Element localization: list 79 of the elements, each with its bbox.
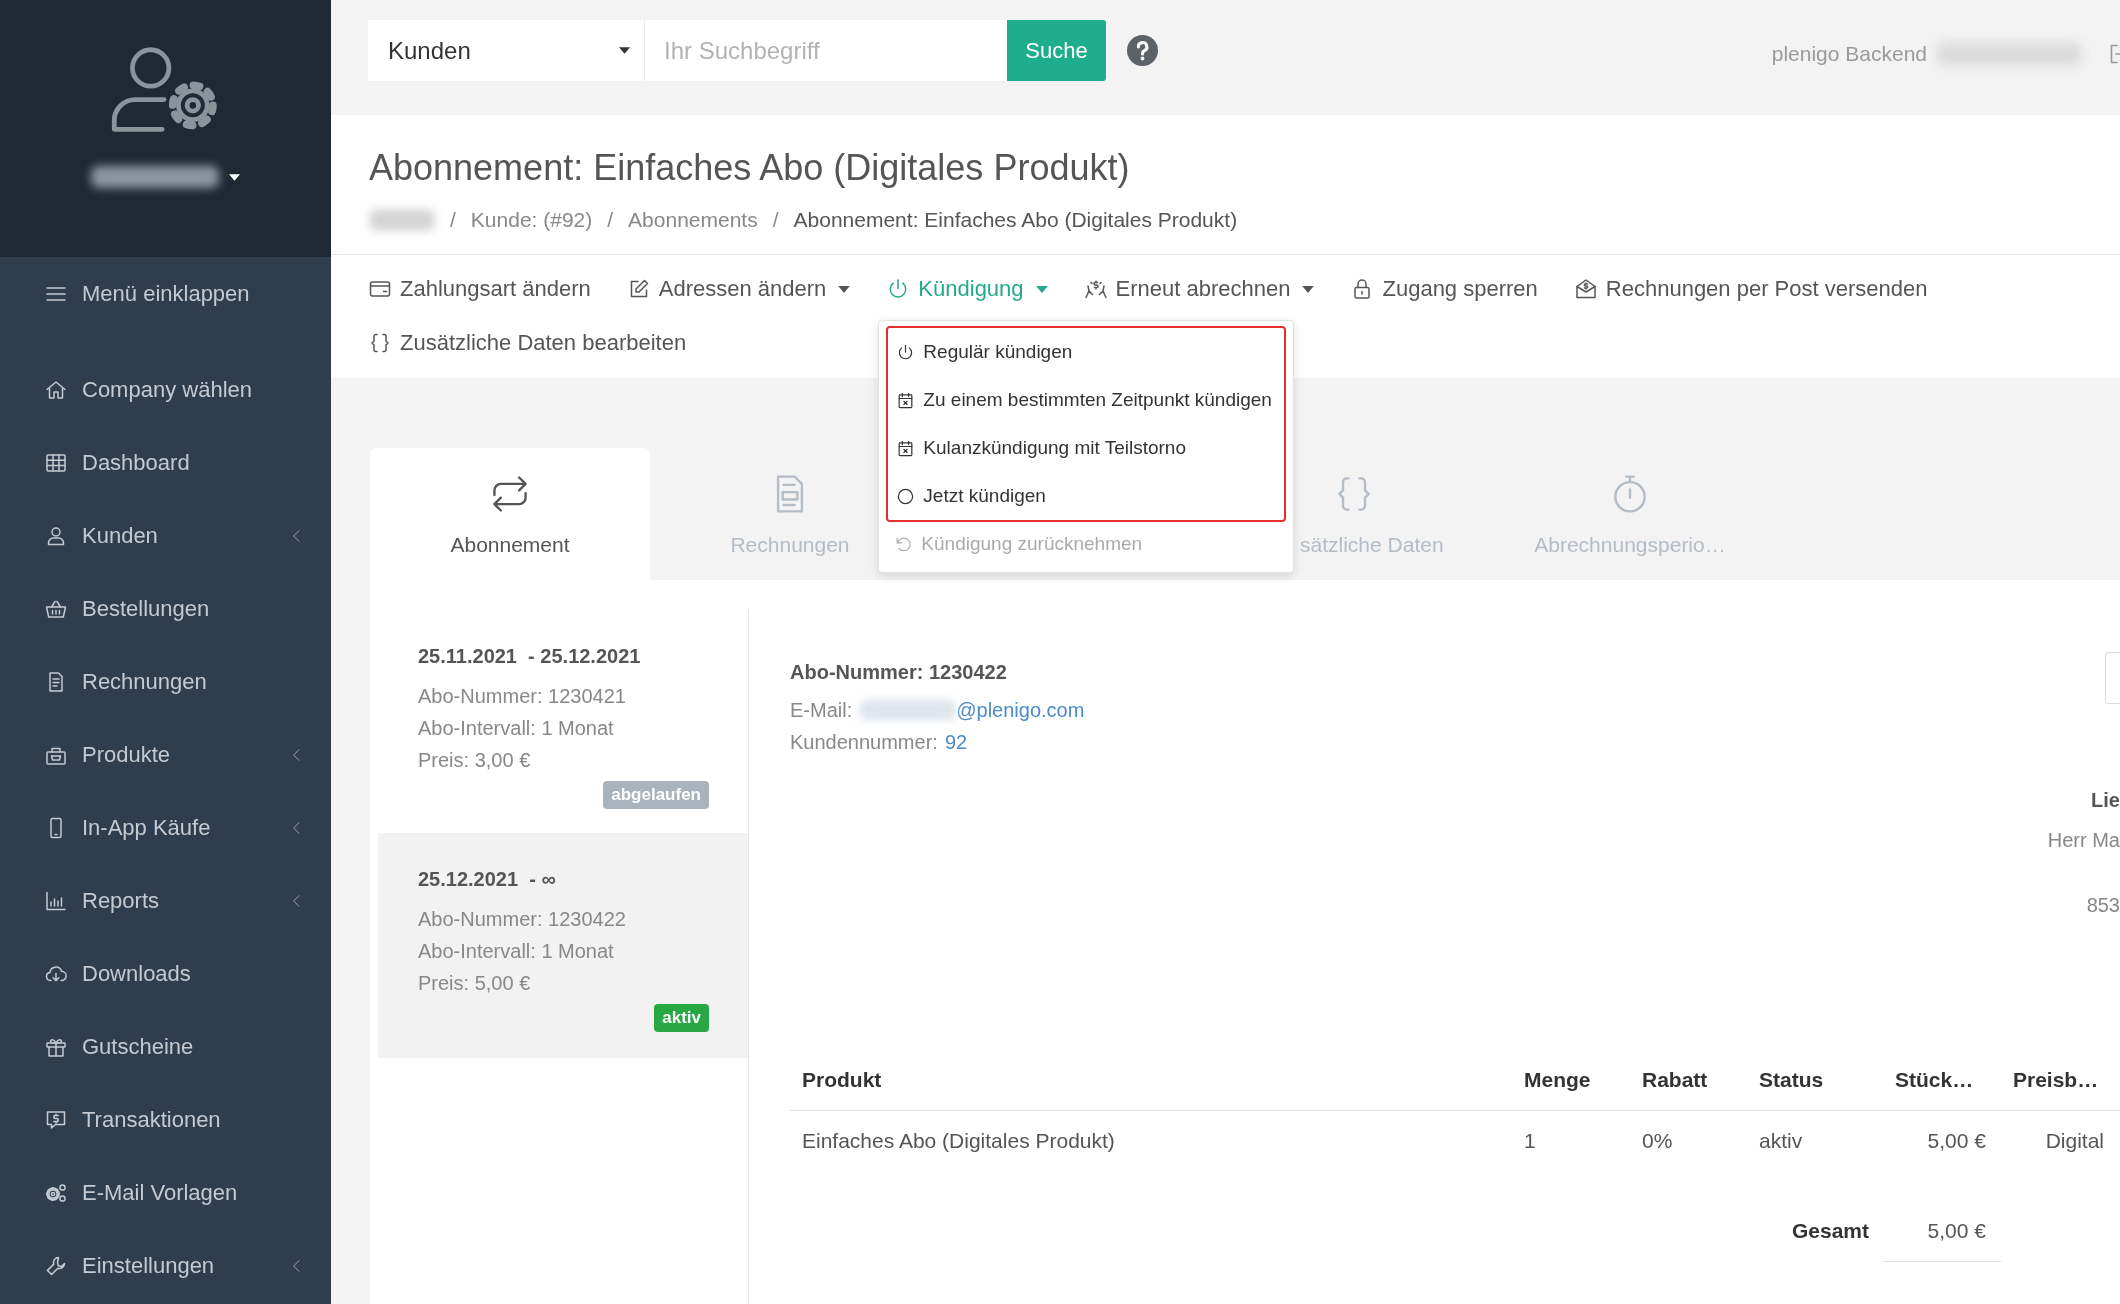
status-badge: aktiv bbox=[654, 1004, 709, 1032]
column-header: Preisb… bbox=[2001, 1050, 2120, 1111]
subscription-detail: Preis: 3,00 € bbox=[418, 748, 532, 773]
subscription-period: 25.11.2021 - 25.12.2021 bbox=[418, 644, 642, 669]
subscription-period: 25.12.2021 - ∞ bbox=[418, 867, 557, 892]
sidebar-item[interactable]: Reports bbox=[0, 864, 331, 937]
search-scope-select[interactable]: Kunden bbox=[368, 20, 644, 81]
column-header: Status bbox=[1747, 1050, 1883, 1111]
subscription-detail: Preis: 5,00 € bbox=[418, 971, 532, 996]
table-cell-text: 0% bbox=[1641, 1128, 1674, 1154]
breadcrumb-item[interactable]: Abonnements bbox=[628, 208, 758, 232]
table-cell-text: Einfaches Abo (Digitales Produkt) bbox=[801, 1128, 1116, 1154]
breadcrumb-separator: / bbox=[450, 208, 456, 232]
toolbar-button[interactable]: Erneut abrechnen bbox=[1079, 262, 1319, 316]
address-heading: Lie bbox=[2091, 788, 2120, 813]
search-field[interactable]: Ihr Suchbegriff bbox=[644, 20, 1007, 81]
circle-icon bbox=[896, 486, 916, 506]
customer-number-label: Kundennummer: bbox=[790, 730, 938, 755]
subscription-item[interactable]: 25.12.2021 - ∞ Abo-Nummer: 1230422 Abo-Intervall: 1 Monat Preis: 5,00 € aktiv bbox=[378, 833, 748, 1058]
email-label: E-Mail: bbox=[790, 698, 853, 723]
page-title: Abonnement: Einfaches Abo (Digitales Produkt) bbox=[369, 146, 1131, 190]
sidebar-item[interactable]: Bestellungen bbox=[0, 572, 331, 645]
subscription-detail: Abo-Nummer: 1230421 bbox=[418, 684, 627, 709]
subscription-number: Abo-Nummer: 1230422 bbox=[790, 660, 1008, 685]
toolbar-button[interactable]: Adressen ändern bbox=[622, 262, 855, 316]
menu-item[interactable]: Jetzt kündigen bbox=[888, 472, 1285, 520]
column-header: Menge bbox=[1512, 1050, 1630, 1111]
sidebar-item[interactable]: Downloads bbox=[0, 937, 331, 1010]
caret-icon bbox=[619, 47, 630, 54]
breadcrumb-item[interactable]: Kunde: (#92) bbox=[470, 208, 593, 232]
table-cell-text: aktiv bbox=[1758, 1128, 1804, 1154]
address-line: 853 bbox=[2086, 893, 2120, 918]
logout-icon[interactable] bbox=[2108, 42, 2120, 66]
column-header: Produkt bbox=[790, 1050, 1512, 1111]
sidebar-item[interactable]: Produkte bbox=[0, 718, 331, 791]
sidebar-item[interactable]: Company wählen bbox=[0, 353, 331, 426]
column-header: Stück… bbox=[1883, 1050, 2001, 1111]
subscription-item[interactable]: 25.11.2021 - 25.12.2021 Abo-Nummer: 1230421 Abo-Intervall: 1 Monat Preis: 3,00 € abgelaufen bbox=[378, 610, 748, 833]
sidebar-item[interactable]: Gutscheine bbox=[0, 1010, 331, 1083]
sidebar-item[interactable]: In-App Käufe bbox=[0, 791, 331, 864]
braces-icon bbox=[368, 331, 392, 355]
collapse-menu-button[interactable]: Menü einklappen bbox=[0, 257, 331, 330]
menu-item[interactable]: Regulär kündigen bbox=[888, 328, 1285, 376]
total-label: Gesamt bbox=[1790, 1218, 1870, 1244]
toolbar-button[interactable]: Zugang sperren bbox=[1346, 262, 1542, 316]
breadcrumb-separator: / bbox=[772, 208, 779, 232]
subscription-detail: Abo-Intervall: 1 Monat bbox=[418, 939, 615, 964]
tab[interactable]: Abonnement bbox=[370, 448, 650, 580]
toolbar-button[interactable]: Zahlungsart ändern bbox=[364, 262, 595, 316]
table-cell-text: 5,00 € bbox=[1926, 1128, 1987, 1154]
breadcrumb-separator: / bbox=[607, 208, 614, 232]
customer-number-link[interactable]: 92 bbox=[944, 726, 968, 758]
address-line: Herr Ma bbox=[2047, 828, 2120, 853]
cut-off-box bbox=[2105, 652, 2120, 704]
sidebar-item[interactable]: E-Mail Vorlagen bbox=[0, 1156, 331, 1229]
sidebar-item[interactable]: Rechnungen bbox=[0, 645, 331, 718]
subscription-detail: Abo-Nummer: 1230422 bbox=[418, 907, 627, 932]
subscription-detail: Abo-Intervall: 1 Monat bbox=[418, 716, 615, 741]
blurred-breadcrumb-placeholder bbox=[369, 209, 435, 231]
sidebar-item[interactable]: Einstellungen bbox=[0, 1229, 331, 1302]
total-value: 5,00 € bbox=[1883, 1201, 2001, 1262]
account-label: plenigo Backend bbox=[1771, 42, 1927, 66]
sidebar-item[interactable]: Kunden bbox=[0, 499, 331, 572]
table-cell-text: Digital bbox=[2044, 1128, 2105, 1154]
column-header: Rabatt bbox=[1630, 1050, 1747, 1111]
undo-icon bbox=[894, 534, 914, 554]
help-icon[interactable] bbox=[1127, 35, 1158, 66]
sidebar-item[interactable]: Transaktionen bbox=[0, 1083, 331, 1156]
toolbar-button[interactable]: Zusätzliche Daten bearbeiten bbox=[364, 316, 691, 370]
sidebar-item[interactable]: Dashboard bbox=[0, 426, 331, 499]
email-link[interactable]: @plenigo.com bbox=[956, 694, 1085, 726]
menu-item[interactable]: Zu einem bestimmten Zeitpunkt kündigen bbox=[888, 376, 1285, 424]
caret-icon[interactable] bbox=[229, 173, 240, 181]
envelope-dollar-icon bbox=[1573, 277, 1598, 301]
toolbar-button[interactable]: Rechnungen per Post versenden bbox=[1569, 262, 1932, 316]
status-badge: abgelaufen bbox=[603, 781, 709, 809]
breadcrumb-item: Abonnement: Einfaches Abo (Digitales Produkt) bbox=[793, 208, 1238, 232]
table-cell-text: 1 bbox=[1523, 1128, 1537, 1154]
menu-item[interactable]: Kulanzkündigung mit Teilstorno bbox=[888, 424, 1285, 472]
